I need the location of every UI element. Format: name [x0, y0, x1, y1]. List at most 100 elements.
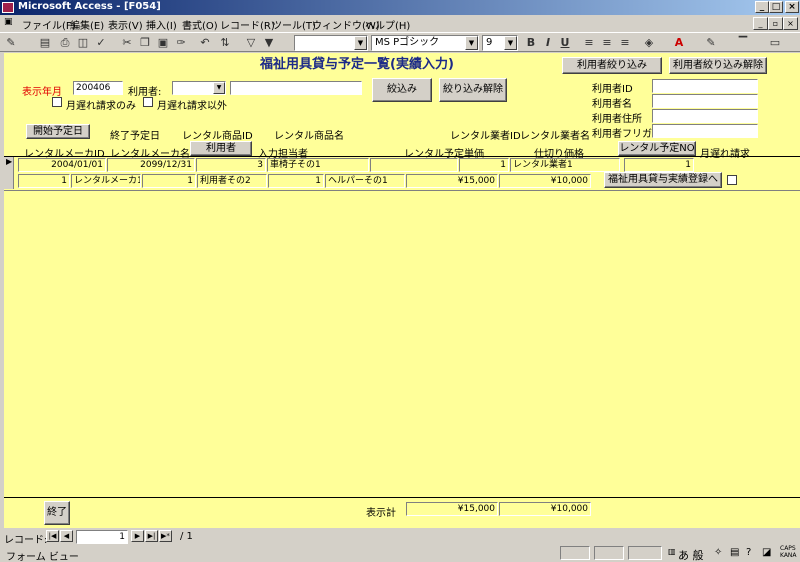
- font-name-select[interactable]: MS Pゴシック ▼: [371, 35, 479, 51]
- filter-icon[interactable]: ▽: [244, 36, 258, 50]
- current-record-input[interactable]: 1: [76, 530, 128, 544]
- menu-tools[interactable]: ツール(T): [272, 17, 316, 32]
- format-painter-icon[interactable]: ✑: [174, 36, 188, 50]
- previous-record-button[interactable]: ◀: [60, 530, 73, 542]
- item-name-cell[interactable]: 車椅子その1: [267, 158, 369, 172]
- border-width-icon[interactable]: ▔: [736, 36, 750, 50]
- user-filter-button[interactable]: 利用者絞り込み: [562, 57, 662, 74]
- sort-icon[interactable]: ⇅: [218, 36, 232, 50]
- ime-mode[interactable]: あ 般: [678, 547, 704, 562]
- form-icon[interactable]: ▣: [4, 17, 13, 27]
- filter-button[interactable]: 絞込み: [372, 78, 432, 102]
- rental-item-name-header: レンタル商品名: [274, 131, 344, 142]
- menu-records[interactable]: レコード(R): [220, 17, 275, 32]
- menu-format[interactable]: 書式(O): [182, 17, 218, 32]
- staff-id-cell[interactable]: 1: [268, 174, 324, 188]
- chevron-down-icon[interactable]: ▼: [504, 36, 517, 50]
- print-icon[interactable]: ⎙: [58, 36, 72, 50]
- maker-name-cell[interactable]: レンタルメーカ1: [71, 174, 141, 188]
- minimize-button[interactable]: _: [755, 1, 769, 13]
- end-date-cell[interactable]: 2099/12/31: [107, 158, 195, 172]
- vendor-name-cell[interactable]: レンタル業者1: [510, 158, 620, 172]
- user-sort-button[interactable]: 利用者: [190, 141, 252, 156]
- user-filter-clear-button[interactable]: 利用者絞り込み解除: [669, 57, 767, 74]
- register-record-button[interactable]: 福祉用具貸与実績登録へ: [604, 172, 722, 188]
- menu-file[interactable]: ファイル(F): [22, 17, 76, 32]
- end-button[interactable]: 終了: [44, 501, 70, 525]
- italic-button[interactable]: I: [541, 36, 555, 50]
- ime-help-icon[interactable]: ?: [746, 547, 751, 558]
- user-id-field[interactable]: [652, 79, 758, 93]
- align-center-icon[interactable]: ≡: [600, 36, 614, 50]
- first-record-button[interactable]: |◀: [46, 530, 59, 542]
- chevron-down-icon[interactable]: ▼: [465, 36, 478, 50]
- overdue-only-checkbox[interactable]: [52, 97, 62, 107]
- design-view-icon[interactable]: ✎: [4, 36, 18, 50]
- align-left-icon[interactable]: ≡: [582, 36, 596, 50]
- user-id-cell[interactable]: 1: [142, 174, 196, 188]
- close-button[interactable]: ×: [785, 1, 799, 13]
- end-date-header: 終了予定日: [110, 131, 160, 142]
- chevron-down-icon[interactable]: ▼: [213, 82, 225, 94]
- maker-id-cell[interactable]: 1: [18, 174, 70, 188]
- user-name-cell[interactable]: 利用者その2: [197, 174, 267, 188]
- ime-toolbar-icon[interactable]: ▥: [668, 547, 676, 556]
- record-selector[interactable]: ▶: [4, 157, 14, 189]
- record-count: / 1: [180, 531, 193, 542]
- user-select[interactable]: ▼: [172, 81, 226, 95]
- staff-name-cell[interactable]: ヘルパーその1: [325, 174, 405, 188]
- line-color-icon[interactable]: ✎: [704, 36, 718, 50]
- year-month-input[interactable]: 200406: [73, 81, 123, 95]
- plan-no-sort-button[interactable]: レンタル予定NO: [618, 141, 696, 156]
- unit-price-cell[interactable]: ¥15,000: [406, 174, 498, 188]
- last-record-button[interactable]: ▶|: [145, 530, 158, 542]
- start-date-cell[interactable]: 2004/01/01: [18, 158, 106, 172]
- undo-icon[interactable]: ↶: [198, 36, 212, 50]
- font-color-icon[interactable]: A: [672, 36, 686, 50]
- ime-tool-icon[interactable]: ✧: [714, 547, 722, 558]
- menu-insert[interactable]: 挿入(I): [146, 17, 177, 32]
- font-size-select[interactable]: 9 ▼: [482, 35, 518, 51]
- purchase-price-cell[interactable]: ¥10,000: [499, 174, 591, 188]
- menu-help[interactable]: ヘルプ(H): [365, 17, 410, 32]
- copy-icon[interactable]: ❐: [138, 36, 152, 50]
- fill-color-icon[interactable]: ◈: [642, 36, 656, 50]
- child-minimize-button[interactable]: _: [753, 17, 768, 30]
- menu-edit[interactable]: 編集(E): [70, 17, 104, 32]
- underline-button[interactable]: U: [558, 36, 572, 50]
- special-effect-icon[interactable]: ▭: [768, 36, 782, 50]
- paste-icon[interactable]: ▣: [156, 36, 170, 50]
- menu-bar: ▣ ファイル(F) 編集(E) 表示(V) 挿入(I) 書式(O) レコード(R…: [0, 15, 800, 32]
- child-restore-button[interactable]: ▫: [768, 17, 783, 30]
- ime-pad-icon[interactable]: ▤: [730, 547, 739, 558]
- plan-no-cell[interactable]: 1: [624, 158, 694, 172]
- blank-cell[interactable]: [370, 158, 458, 172]
- align-right-icon[interactable]: ≡: [618, 36, 632, 50]
- user-name-input[interactable]: [230, 81, 362, 95]
- child-close-button[interactable]: ×: [783, 17, 798, 30]
- spelling-icon[interactable]: ✓: [94, 36, 108, 50]
- save-icon[interactable]: ▤: [38, 36, 52, 50]
- ime-dictionary-icon[interactable]: ◪: [762, 547, 771, 558]
- bold-button[interactable]: B: [524, 36, 538, 50]
- vendor-id-cell[interactable]: 1: [459, 158, 509, 172]
- cut-icon[interactable]: ✂: [120, 36, 134, 50]
- object-selector[interactable]: ▼: [294, 35, 368, 51]
- chevron-down-icon[interactable]: ▼: [354, 36, 367, 50]
- menu-view[interactable]: 表示(V): [108, 17, 143, 32]
- clear-filter-button[interactable]: 絞り込み解除: [439, 78, 507, 102]
- maximize-button[interactable]: □: [769, 1, 783, 13]
- overdue-checkbox[interactable]: [727, 175, 737, 185]
- user-name-field[interactable]: [652, 94, 758, 108]
- user-kana-field[interactable]: [652, 124, 758, 138]
- next-record-button[interactable]: ▶: [131, 530, 144, 542]
- user-id-label: 利用者ID: [592, 84, 633, 95]
- exclude-overdue-checkbox[interactable]: [143, 97, 153, 107]
- filter-apply-icon[interactable]: ▼: [262, 36, 276, 50]
- start-date-sort-button[interactable]: 開始予定日: [26, 124, 90, 139]
- new-record-button[interactable]: ▶*: [159, 530, 172, 542]
- title-bar: Microsoft Access - [F054] _ □ ×: [0, 0, 800, 15]
- print-preview-icon[interactable]: ◫: [76, 36, 90, 50]
- item-id-cell[interactable]: 3: [196, 158, 266, 172]
- user-address-field[interactable]: [652, 109, 758, 123]
